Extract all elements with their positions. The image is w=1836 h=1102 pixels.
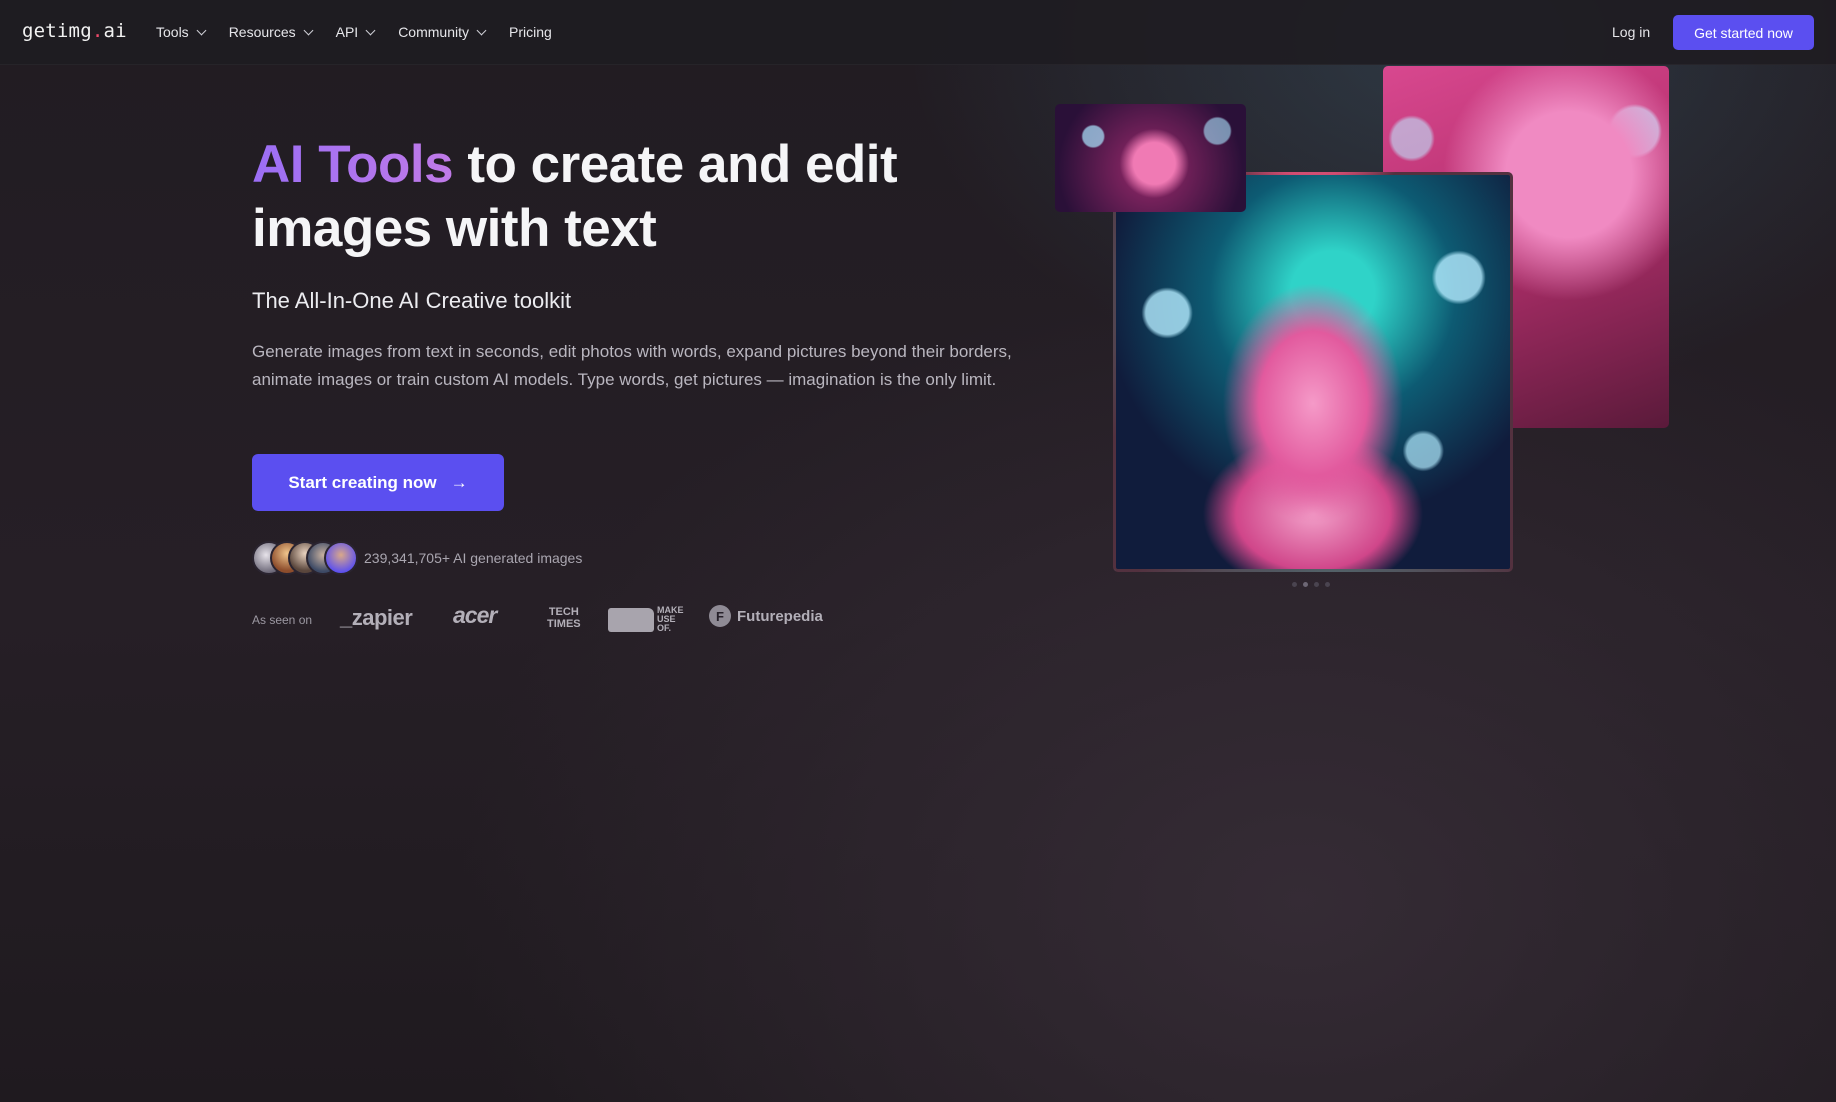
hero-title-accent: AI Tools: [252, 135, 454, 194]
nav-item-community[interactable]: Community: [398, 24, 487, 40]
login-link[interactable]: Log in: [1612, 24, 1650, 40]
hero-title: AI Tools to create and edit images with …: [252, 133, 952, 261]
carousel-dot[interactable]: [1325, 582, 1330, 587]
hero-subtitle: The All-In-One AI Creative toolkit: [252, 288, 572, 313]
makeuseof-logo: MAKE USE OF.: [608, 605, 684, 633]
nav-links: Tools Resources API Community Pricing: [156, 24, 576, 40]
acer-logo: acer: [453, 602, 497, 628]
hero-description: Generate images from text in seconds, ed…: [252, 342, 1012, 389]
makeuseof-text: MAKE USE OF.: [657, 605, 684, 633]
nav-item-label: Pricing: [508, 24, 552, 40]
chevron-down-icon: [476, 25, 487, 35]
logo-tld: ai: [103, 20, 127, 42]
generated-images-count: 239,341,705+ AI generated images: [364, 550, 583, 566]
futurepedia-name: Futurepedia: [737, 607, 823, 625]
chevron-down-icon: [365, 25, 376, 35]
as-seen-on-label: As seen on: [252, 613, 313, 627]
carousel-dots: [1292, 582, 1330, 587]
chevron-down-icon: [303, 25, 314, 35]
chevron-down-icon: [196, 25, 207, 35]
nav-item-label: Tools: [156, 24, 189, 40]
futurepedia-logo: F Futurepedia: [709, 605, 823, 627]
start-creating-button[interactable]: Start creating now →: [252, 454, 504, 511]
nav-item-label: API: [335, 24, 359, 40]
nav-item-resources[interactable]: Resources: [228, 24, 314, 40]
logo-dot: .: [91, 20, 104, 42]
gallery-image-small: [1055, 104, 1246, 212]
nav-item-label: Community: [398, 24, 469, 40]
start-creating-label: Start creating now: [288, 472, 437, 492]
techtimes-line2: TIMES: [547, 618, 581, 630]
zapier-logo: _zapier: [340, 605, 413, 630]
nav-item-tools[interactable]: Tools: [156, 24, 207, 40]
logo[interactable]: getimg.ai: [22, 20, 127, 42]
techtimes-logo: TECH TIMES: [547, 606, 581, 630]
avatar: [324, 541, 358, 575]
get-started-button[interactable]: Get started now: [1673, 15, 1814, 50]
makeuseof-mark: [608, 607, 654, 632]
arrow-right-icon: →: [450, 472, 468, 492]
carousel-dot[interactable]: [1292, 582, 1297, 587]
gallery-image-main: [1113, 172, 1513, 572]
futurepedia-icon: F: [709, 605, 731, 627]
logo-name: getimg: [22, 20, 92, 42]
nav-item-label: Resources: [228, 24, 296, 40]
nav-item-pricing[interactable]: Pricing: [509, 24, 552, 40]
carousel-dot[interactable]: [1314, 582, 1319, 587]
top-navbar: getimg.ai Tools Resources API Community …: [0, 0, 1836, 65]
user-avatars: [252, 541, 358, 575]
nav-item-api[interactable]: API: [335, 24, 376, 40]
carousel-dot-active[interactable]: [1303, 582, 1308, 587]
techtimes-line1: TECH: [548, 606, 579, 618]
